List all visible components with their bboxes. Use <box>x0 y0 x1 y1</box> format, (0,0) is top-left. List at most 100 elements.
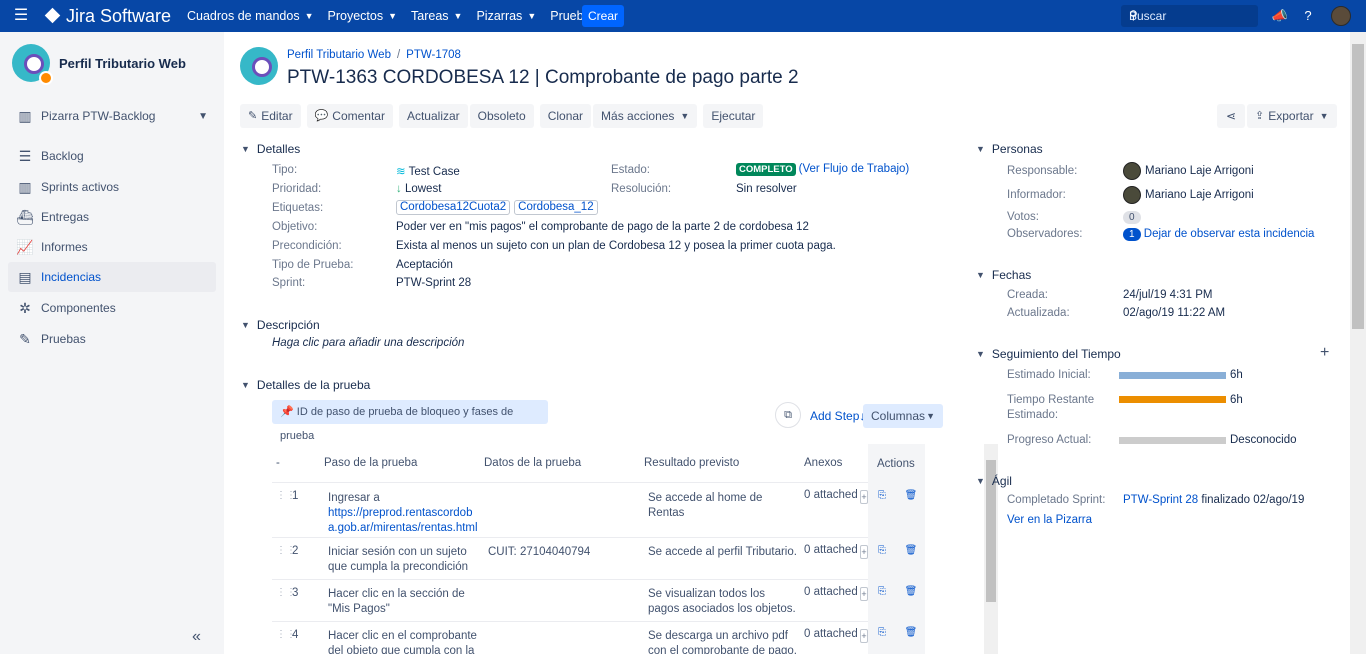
sidebar-item-components[interactable]: ✲ Componentes <box>8 293 216 323</box>
reporter-value[interactable]: Mariano Laje Arrigoni <box>1123 186 1254 204</box>
step-link[interactable]: https://preprod.rentascordoba.gob.ar/mir… <box>328 507 478 534</box>
type-label: Tipo: <box>272 164 298 176</box>
help-icon[interactable]: ? <box>1299 7 1317 25</box>
chevron-down-icon: ▼ <box>976 270 985 280</box>
delete-icon[interactable]: 🗑 <box>904 585 918 599</box>
updated-label: Actualizada: <box>1007 307 1070 319</box>
precondition-label: Precondición: <box>272 240 342 252</box>
add-step-button[interactable]: Add Step↓ <box>810 409 865 423</box>
update-button[interactable]: Actualizar <box>398 104 468 128</box>
collapse-sidebar-icon[interactable]: « <box>192 628 201 646</box>
sidebar-item-tests[interactable]: ✎ Pruebas <box>8 324 216 354</box>
watchers-label: Observadores: <box>1007 228 1083 240</box>
block-step-banner[interactable]: 📌 ID de paso de prueba de bloqueo y fase… <box>272 400 548 442</box>
clone-step-icon[interactable]: ⎘ <box>875 585 889 599</box>
clone-step-icon[interactable]: ⎘ <box>875 626 889 640</box>
edit-button[interactable]: ✎ Editar <box>240 104 301 128</box>
logo-text: Jira Software <box>66 5 172 26</box>
sidebar-item-reports[interactable]: 📈 Informes <box>8 232 216 262</box>
view-on-board-link[interactable]: Ver en la Pizarra <box>1007 514 1092 526</box>
sidebar-item-releases[interactable]: ⛴ Entregas <box>8 202 216 232</box>
assignee-value[interactable]: Mariano Laje Arrigoni <box>1123 162 1254 180</box>
dates-section-header[interactable]: ▼ Fechas <box>976 268 1031 282</box>
votes-value[interactable]: 0 <box>1123 211 1141 224</box>
add-time-icon[interactable]: + <box>1320 344 1329 362</box>
result-text: Se visualizan todos los pagos asociados … <box>648 588 796 615</box>
clone-step-icon[interactable]: ⎘ <box>875 489 889 503</box>
sidebar-item-backlog[interactable]: ☰ Backlog <box>8 141 216 171</box>
watchers-count[interactable]: 1 <box>1123 228 1141 241</box>
sprint-label: Sprint: <box>272 277 306 289</box>
label-tag[interactable]: Cordobesa_12 <box>514 200 598 215</box>
workflow-link[interactable]: (Ver Flujo de Trabajo) <box>799 163 910 175</box>
add-attachment-icon[interactable]: + <box>860 629 868 643</box>
people-section-header[interactable]: ▼ Personas <box>976 142 1043 156</box>
add-attachment-icon[interactable]: + <box>860 490 868 504</box>
obsolete-button[interactable]: Obsoleto <box>469 104 534 128</box>
type-value: ≋ Test Case <box>396 166 460 178</box>
updated-value: 02/ago/19 11:22 AM <box>1123 307 1226 319</box>
jira-logo-icon <box>44 7 62 25</box>
chevron-down-icon: ▼ <box>976 144 985 154</box>
test-details-section-header[interactable]: ▼ Detalles de la prueba <box>241 378 370 392</box>
search-input[interactable]: Buscar ⚲ <box>1121 5 1258 27</box>
test-type-label: Tipo de Prueba: <box>272 259 354 271</box>
project-name: Perfil Tributario Web <box>59 55 186 71</box>
clone-step-icon[interactable]: ⎘ <box>875 544 889 558</box>
chevron-down-icon: ▼ <box>241 380 250 390</box>
details-section-header[interactable]: ▼ Detalles <box>241 142 300 156</box>
nav-projects[interactable]: Proyectos ▼ <box>328 9 398 23</box>
attachments-count: 0 attached <box>804 628 858 640</box>
create-button[interactable]: Crear <box>582 5 624 27</box>
page-title: PTW-1363 CORDOBESA 12 | Comprobante de p… <box>287 67 799 88</box>
board-icon: ▥ <box>18 178 32 195</box>
chart-icon: 📈 <box>16 238 34 255</box>
breadcrumb-parent-link[interactable]: PTW-1708 <box>406 49 461 61</box>
resolution-label: Resolución: <box>611 183 672 195</box>
sprint-link[interactable]: PTW-Sprint 28 <box>1123 494 1198 506</box>
nav-dashboards[interactable]: Cuadros de mandos ▼ <box>187 9 314 23</box>
description-placeholder[interactable]: Haga clic para añadir una descripción <box>272 337 464 349</box>
chevron-down-icon: ▼ <box>527 11 537 21</box>
sidebar: Perfil Tributario Web ▥ Pizarra PTW-Back… <box>0 32 224 654</box>
breadcrumb-project-link[interactable]: Perfil Tributario Web <box>287 49 391 61</box>
delete-icon[interactable]: 🗑 <box>904 544 918 558</box>
description-section-header[interactable]: ▼ Descripción <box>241 318 320 332</box>
add-attachment-icon[interactable]: + <box>860 587 868 601</box>
columns-button[interactable]: Columnas ▼ <box>863 404 943 428</box>
sidebar-item-issues[interactable]: ▤ Incidencias <box>8 262 216 292</box>
add-attachment-icon[interactable]: + <box>860 545 868 559</box>
header-data: Datos de la prueba <box>484 457 582 469</box>
board-selector[interactable]: ▥ Pizarra PTW-Backlog ▼ <box>8 101 216 131</box>
sidebar-item-active-sprints[interactable]: ▥ Sprints activos <box>8 172 216 202</box>
delete-icon[interactable]: 🗑 <box>904 489 918 503</box>
more-actions-button[interactable]: Más acciones ▼ <box>593 104 698 128</box>
comment-button[interactable]: 💬 Comentar <box>306 104 393 128</box>
agile-section-header[interactable]: ▼ Ágil <box>976 474 1012 488</box>
clone-button[interactable]: Clonar <box>539 104 592 128</box>
hamburger-icon[interactable]: ☰ <box>10 7 32 25</box>
user-avatar[interactable] <box>1331 6 1351 26</box>
result-text: Se descarga un archivo pdf con el compro… <box>648 630 797 654</box>
unwatch-link[interactable]: Dejar de observar esta incidencia <box>1144 228 1315 240</box>
chevron-down-icon: ▼ <box>926 411 935 421</box>
time-tracking-section-header[interactable]: ▼ Seguimiento del Tiempo <box>976 347 1121 361</box>
attachments-count: 0 attached <box>804 544 858 556</box>
nav-issues[interactable]: Tareas ▼ <box>411 9 462 23</box>
copy-icon[interactable]: ⧉ <box>775 402 801 428</box>
nav-boards[interactable]: Pizarras ▼ <box>476 9 536 23</box>
project-header[interactable]: Perfil Tributario Web <box>12 44 186 85</box>
delete-icon[interactable]: 🗑 <box>904 626 918 640</box>
page-scrollbar[interactable] <box>1350 32 1366 654</box>
chevron-down-icon: ▼ <box>680 111 690 121</box>
pin-icon: 📌 <box>280 406 294 418</box>
label-tag[interactable]: Cordobesa12Cuota2 <box>396 200 511 215</box>
jira-logo[interactable]: Jira Software <box>44 6 171 26</box>
notifications-icon[interactable]: 📣 <box>1271 7 1289 25</box>
chevron-down-icon: ▼ <box>388 11 398 21</box>
page-scrollbar-thumb[interactable] <box>1352 44 1364 329</box>
pencil-icon: ✎ <box>248 110 258 122</box>
resolution-value: Sin resolver <box>736 183 797 195</box>
execute-button[interactable]: Ejecutar <box>703 104 764 128</box>
board-icon: ▥ <box>18 107 32 124</box>
